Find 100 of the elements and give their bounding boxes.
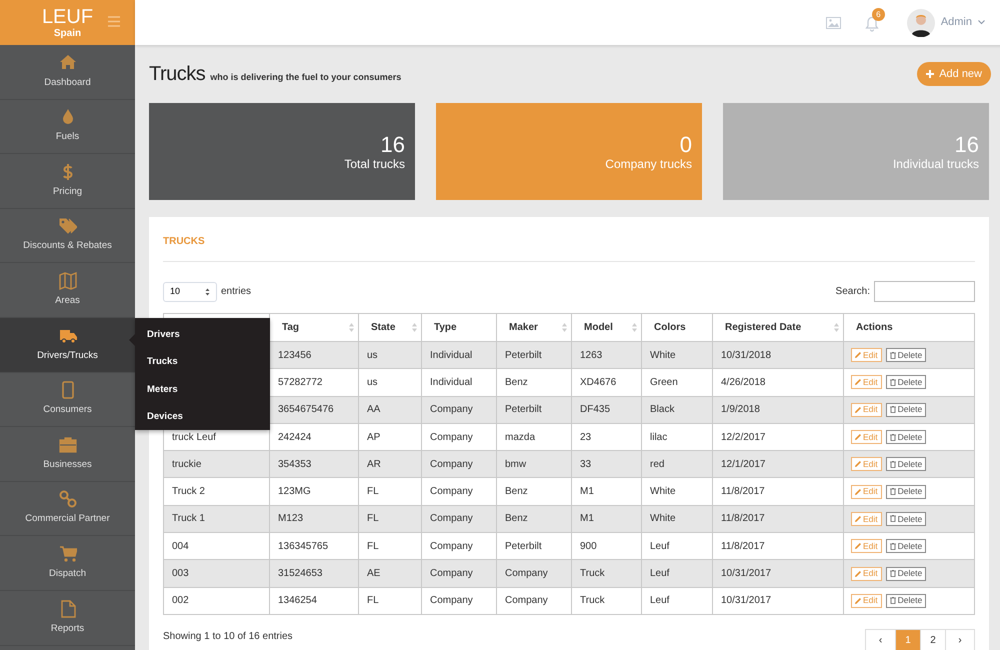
trash-icon (890, 488, 896, 496)
delete-button[interactable]: Delete (886, 594, 926, 608)
table-cell: AA (358, 396, 422, 424)
home-icon (58, 54, 76, 72)
file-icon (58, 600, 76, 618)
stat-value: 0 (680, 132, 692, 156)
delete-button[interactable]: Delete (886, 457, 926, 472)
page-title: Trucks (149, 62, 206, 87)
pencil-icon (855, 598, 861, 604)
table-cell: 10/31/2017 (712, 560, 844, 588)
column-header[interactable]: State (358, 314, 422, 342)
column-header[interactable]: Tag (270, 314, 358, 342)
entries-label: entries (221, 285, 252, 299)
table-cell: 4/26/2018 (712, 368, 844, 396)
table-cell: Truck (572, 587, 642, 614)
entries-info: Showing 1 to 10 of 16 entries (163, 630, 293, 644)
pencil-icon (855, 434, 861, 440)
pencil-icon (855, 352, 861, 358)
table-cell: 1/9/2018 (712, 396, 844, 424)
table-cell: Company (422, 478, 496, 506)
delete-button[interactable]: Delete (886, 430, 926, 444)
table-cell: FL (358, 587, 422, 614)
sort-icon[interactable] (349, 323, 354, 332)
avatar[interactable] (906, 8, 935, 36)
delete-button[interactable]: Delete (886, 484, 926, 499)
trash-icon (890, 597, 896, 604)
pencil-icon (855, 461, 861, 468)
bell-icon[interactable] (864, 16, 879, 32)
sort-icon[interactable] (562, 323, 567, 332)
table-cell: Company (496, 587, 572, 614)
trash-icon (890, 434, 896, 441)
trash-icon (890, 352, 896, 359)
pencil-icon (855, 379, 861, 386)
menu-icon[interactable] (108, 16, 120, 27)
sidebar-item[interactable]: Drivers/Trucks (0, 318, 135, 373)
search-field[interactable] (874, 281, 975, 302)
delete-button[interactable]: Delete (886, 566, 926, 581)
pencil-icon (855, 516, 861, 522)
map-icon (58, 272, 76, 290)
delete-button[interactable]: Delete (886, 375, 926, 390)
table-cell: 1346254 (270, 587, 358, 614)
table-cell: 123MG (270, 478, 358, 506)
image-icon[interactable] (826, 16, 841, 28)
delete-button[interactable]: Delete (886, 348, 926, 362)
cart-icon (58, 545, 76, 564)
trash-icon (890, 570, 896, 578)
sort-icon[interactable] (632, 323, 637, 332)
table-cell: XD4676 (572, 368, 642, 396)
table-cell: Benz (496, 478, 572, 506)
table-cell: Peterbilt (496, 396, 572, 424)
table-cell: AE (358, 560, 422, 588)
brand-region: Spain (54, 28, 82, 39)
sidebar-item[interactable]: Fuels (0, 100, 135, 154)
column-header[interactable]: Model (572, 314, 642, 342)
table-cell: Individual (422, 368, 496, 396)
column-header: Actions (844, 314, 974, 342)
table-cell: 003 (164, 560, 270, 588)
table-cell: Company (422, 396, 496, 424)
sort-icon[interactable] (412, 323, 417, 332)
table-cell: White (642, 478, 712, 506)
tag-icon (58, 217, 76, 236)
stat-label: Individual trucks (892, 156, 979, 170)
table-cell: Company (422, 560, 496, 588)
table-cell: Green (642, 368, 712, 396)
trash-icon (890, 406, 896, 414)
pencil-icon (855, 406, 861, 413)
table-cell: 10/31/2017 (712, 587, 844, 614)
entries-select[interactable]: 10 (163, 282, 217, 302)
table-cell: Company (496, 560, 572, 588)
search-label: Search: (836, 285, 870, 299)
submenu-item[interactable]: Meters (147, 376, 270, 403)
table-cell: Truck 2 (164, 478, 270, 506)
delete-button[interactable]: Delete (886, 539, 926, 554)
column-header[interactable]: Maker (496, 314, 572, 342)
column-header[interactable]: Registered Date (712, 314, 844, 342)
table-cell: Leuf (642, 587, 712, 614)
sort-icon[interactable] (834, 323, 839, 332)
chevron-down-icon[interactable] (978, 20, 985, 25)
table-cell: 002 (164, 587, 270, 614)
submenu-item[interactable]: Trucks (147, 348, 270, 376)
select-arrows-icon[interactable] (205, 288, 210, 296)
plus-icon (926, 70, 934, 78)
sidebar-item[interactable]: Consumers (0, 372, 135, 428)
table-cell: Black (642, 396, 712, 424)
page-subtitle: who is delivering the fuel to your consumers (210, 71, 402, 84)
table-cell: 11/8/2017 (712, 478, 844, 506)
stat-value: 16 (380, 132, 405, 156)
trash-icon (890, 378, 896, 386)
link-icon (58, 490, 76, 508)
table-cell: us (358, 368, 422, 396)
table-cell: Truck (572, 560, 642, 588)
table-cell: Benz (496, 368, 572, 396)
delete-button[interactable]: Delete (886, 402, 926, 417)
delete-button[interactable]: Delete (886, 512, 926, 526)
stat-label: Company trucks (605, 156, 692, 170)
table-cell: FL (358, 478, 422, 506)
submenu-item[interactable]: Drivers (147, 321, 270, 348)
panel-title: TRUCKS (163, 234, 975, 262)
table-cell: DF435 (572, 396, 642, 424)
trash-icon (890, 542, 896, 550)
